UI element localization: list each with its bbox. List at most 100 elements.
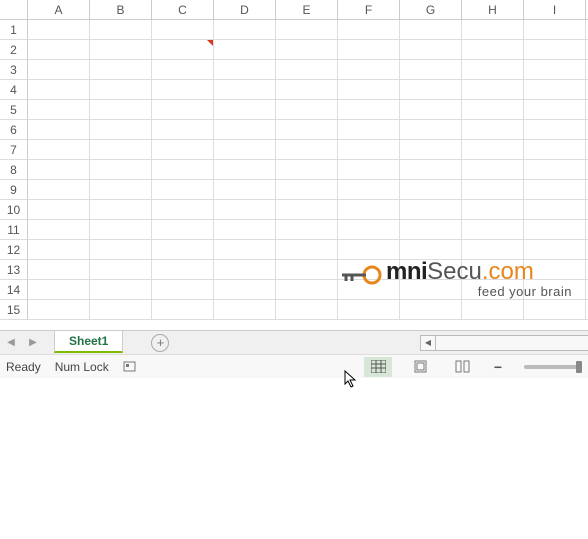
cell-H4[interactable]: [462, 80, 524, 99]
sheet-tab-active[interactable]: Sheet1: [54, 331, 123, 353]
cell-G10[interactable]: [400, 200, 462, 219]
cell-G5[interactable]: [400, 100, 462, 119]
cell-I15[interactable]: [524, 300, 586, 319]
cell-B8[interactable]: [90, 160, 152, 179]
row-header-11[interactable]: 11: [0, 220, 28, 239]
cell-D2[interactable]: [214, 40, 276, 59]
cell-C2[interactable]: [152, 40, 214, 59]
cell-E14[interactable]: [276, 280, 338, 299]
cell-C11[interactable]: [152, 220, 214, 239]
cell-A12[interactable]: [28, 240, 90, 259]
cell-C4[interactable]: [152, 80, 214, 99]
cell-D7[interactable]: [214, 140, 276, 159]
cell-D14[interactable]: [214, 280, 276, 299]
cell-G6[interactable]: [400, 120, 462, 139]
cell-G15[interactable]: [400, 300, 462, 319]
cell-C8[interactable]: [152, 160, 214, 179]
cell-H5[interactable]: [462, 100, 524, 119]
cell-E10[interactable]: [276, 200, 338, 219]
cell-B11[interactable]: [90, 220, 152, 239]
cell-D10[interactable]: [214, 200, 276, 219]
cell-I14[interactable]: [524, 280, 586, 299]
cell-H2[interactable]: [462, 40, 524, 59]
cell-E5[interactable]: [276, 100, 338, 119]
cell-F11[interactable]: [338, 220, 400, 239]
cell-A11[interactable]: [28, 220, 90, 239]
cell-F6[interactable]: [338, 120, 400, 139]
row-header-4[interactable]: 4: [0, 80, 28, 99]
cell-D9[interactable]: [214, 180, 276, 199]
cell-G1[interactable]: [400, 20, 462, 39]
cell-G7[interactable]: [400, 140, 462, 159]
cell-B9[interactable]: [90, 180, 152, 199]
next-sheet-button[interactable]: ▶: [25, 335, 41, 351]
cell-C12[interactable]: [152, 240, 214, 259]
cell-A13[interactable]: [28, 260, 90, 279]
cell-D13[interactable]: [214, 260, 276, 279]
col-header-C[interactable]: C: [152, 0, 214, 19]
col-header-H[interactable]: H: [462, 0, 524, 19]
cell-D8[interactable]: [214, 160, 276, 179]
cell-A10[interactable]: [28, 200, 90, 219]
cell-G13[interactable]: [400, 260, 462, 279]
cell-I9[interactable]: [524, 180, 586, 199]
cell-B7[interactable]: [90, 140, 152, 159]
cell-D3[interactable]: [214, 60, 276, 79]
cell-I3[interactable]: [524, 60, 586, 79]
cell-H13[interactable]: [462, 260, 524, 279]
col-header-G[interactable]: G: [400, 0, 462, 19]
cell-E9[interactable]: [276, 180, 338, 199]
col-header-F[interactable]: F: [338, 0, 400, 19]
cell-G2[interactable]: [400, 40, 462, 59]
cell-D5[interactable]: [214, 100, 276, 119]
cell-I11[interactable]: [524, 220, 586, 239]
cell-G8[interactable]: [400, 160, 462, 179]
cell-C1[interactable]: [152, 20, 214, 39]
cell-F2[interactable]: [338, 40, 400, 59]
cell-C9[interactable]: [152, 180, 214, 199]
cell-H11[interactable]: [462, 220, 524, 239]
cell-B12[interactable]: [90, 240, 152, 259]
cell-G12[interactable]: [400, 240, 462, 259]
cell-C13[interactable]: [152, 260, 214, 279]
cell-I8[interactable]: [524, 160, 586, 179]
cell-D12[interactable]: [214, 240, 276, 259]
cell-F10[interactable]: [338, 200, 400, 219]
cell-H10[interactable]: [462, 200, 524, 219]
cell-B2[interactable]: [90, 40, 152, 59]
cell-A6[interactable]: [28, 120, 90, 139]
cell-B15[interactable]: [90, 300, 152, 319]
row-header-2[interactable]: 2: [0, 40, 28, 59]
prev-sheet-button[interactable]: ◀: [3, 335, 19, 351]
cell-H6[interactable]: [462, 120, 524, 139]
cell-H15[interactable]: [462, 300, 524, 319]
cell-A4[interactable]: [28, 80, 90, 99]
cell-A3[interactable]: [28, 60, 90, 79]
cell-B10[interactable]: [90, 200, 152, 219]
cell-D4[interactable]: [214, 80, 276, 99]
cell-H7[interactable]: [462, 140, 524, 159]
cell-B13[interactable]: [90, 260, 152, 279]
cell-G3[interactable]: [400, 60, 462, 79]
cell-I10[interactable]: [524, 200, 586, 219]
cell-A14[interactable]: [28, 280, 90, 299]
col-header-I[interactable]: I: [524, 0, 586, 19]
cell-E15[interactable]: [276, 300, 338, 319]
cell-H8[interactable]: [462, 160, 524, 179]
col-header-B[interactable]: B: [90, 0, 152, 19]
cell-F1[interactable]: [338, 20, 400, 39]
select-all-corner[interactable]: [0, 0, 28, 19]
cell-E8[interactable]: [276, 160, 338, 179]
row-header-15[interactable]: 15: [0, 300, 28, 319]
cell-B5[interactable]: [90, 100, 152, 119]
cell-D6[interactable]: [214, 120, 276, 139]
cell-E7[interactable]: [276, 140, 338, 159]
cell-E13[interactable]: [276, 260, 338, 279]
row-header-3[interactable]: 3: [0, 60, 28, 79]
cell-A8[interactable]: [28, 160, 90, 179]
cell-C15[interactable]: [152, 300, 214, 319]
row-header-12[interactable]: 12: [0, 240, 28, 259]
cell-F7[interactable]: [338, 140, 400, 159]
cell-F14[interactable]: [338, 280, 400, 299]
row-header-5[interactable]: 5: [0, 100, 28, 119]
